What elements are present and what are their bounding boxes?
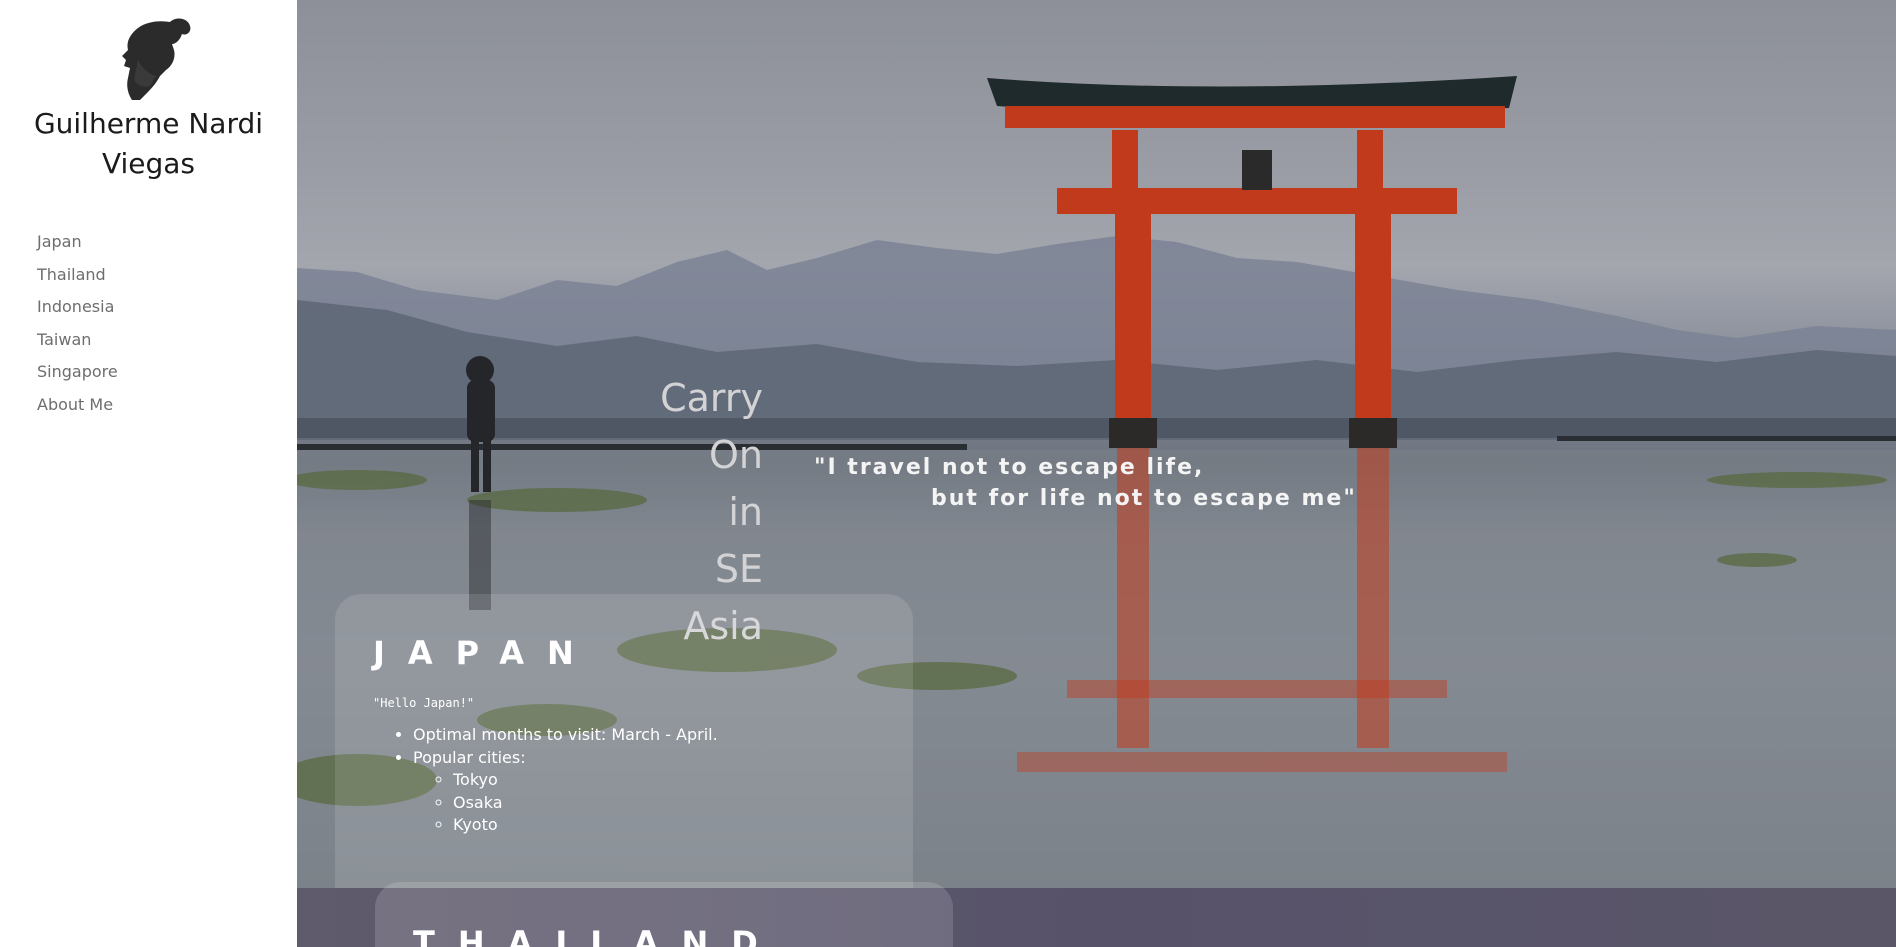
nav-item-indonesia[interactable]: Indonesia <box>37 291 118 324</box>
section-greeting: "Hello Japan!" <box>373 696 475 710</box>
nav-item-thailand[interactable]: Thailand <box>37 259 118 292</box>
nav-item-singapore[interactable]: Singapore <box>37 356 118 389</box>
nav-item-taiwan[interactable]: Taiwan <box>37 324 118 357</box>
site-name[interactable]: Guilherme Nardi Viegas <box>0 104 297 184</box>
list-item: Optimal months to visit: March - April. <box>413 724 718 747</box>
city-item: Tokyo <box>453 769 718 792</box>
section-info-list: Optimal months to visit: March - April. … <box>373 724 718 837</box>
headline-line-1: Carry On <box>660 376 763 477</box>
site-name-line-2: Viegas <box>101 147 196 180</box>
headline-line-2: in <box>728 490 763 534</box>
list-item: Popular cities: Tokyo Osaka Kyoto <box>413 747 718 837</box>
quote-line-2: but for life not to escape me" <box>931 486 1357 511</box>
site-name-line-1: Guilherme Nardi <box>33 107 264 140</box>
sidebar-nav: Japan Thailand Indonesia Taiwan Singapor… <box>37 226 118 421</box>
sidebar: Guilherme Nardi Viegas Japan Thailand In… <box>0 0 297 947</box>
nav-item-about-me[interactable]: About Me <box>37 389 118 422</box>
section-title-thailand: THAILAND <box>413 924 781 947</box>
nav-item-japan[interactable]: Japan <box>37 226 118 259</box>
section-title-japan: JAPAN <box>373 634 597 672</box>
section-card-thailand: THAILAND <box>375 882 953 947</box>
hero-background-image: Carry On in SE Asia "I travel not to esc… <box>297 0 1896 888</box>
city-item: Osaka <box>453 792 718 815</box>
quote-line-1: "I travel not to escape life, <box>814 455 1205 480</box>
list-item-label: Popular cities: <box>413 747 526 767</box>
section-card-japan: JAPAN "Hello Japan!" Optimal months to v… <box>335 594 913 888</box>
profile-avatar-icon[interactable] <box>110 16 198 100</box>
city-list: Tokyo Osaka Kyoto <box>413 769 718 837</box>
city-item: Kyoto <box>453 814 718 837</box>
main-content: Carry On in SE Asia "I travel not to esc… <box>297 0 1896 947</box>
